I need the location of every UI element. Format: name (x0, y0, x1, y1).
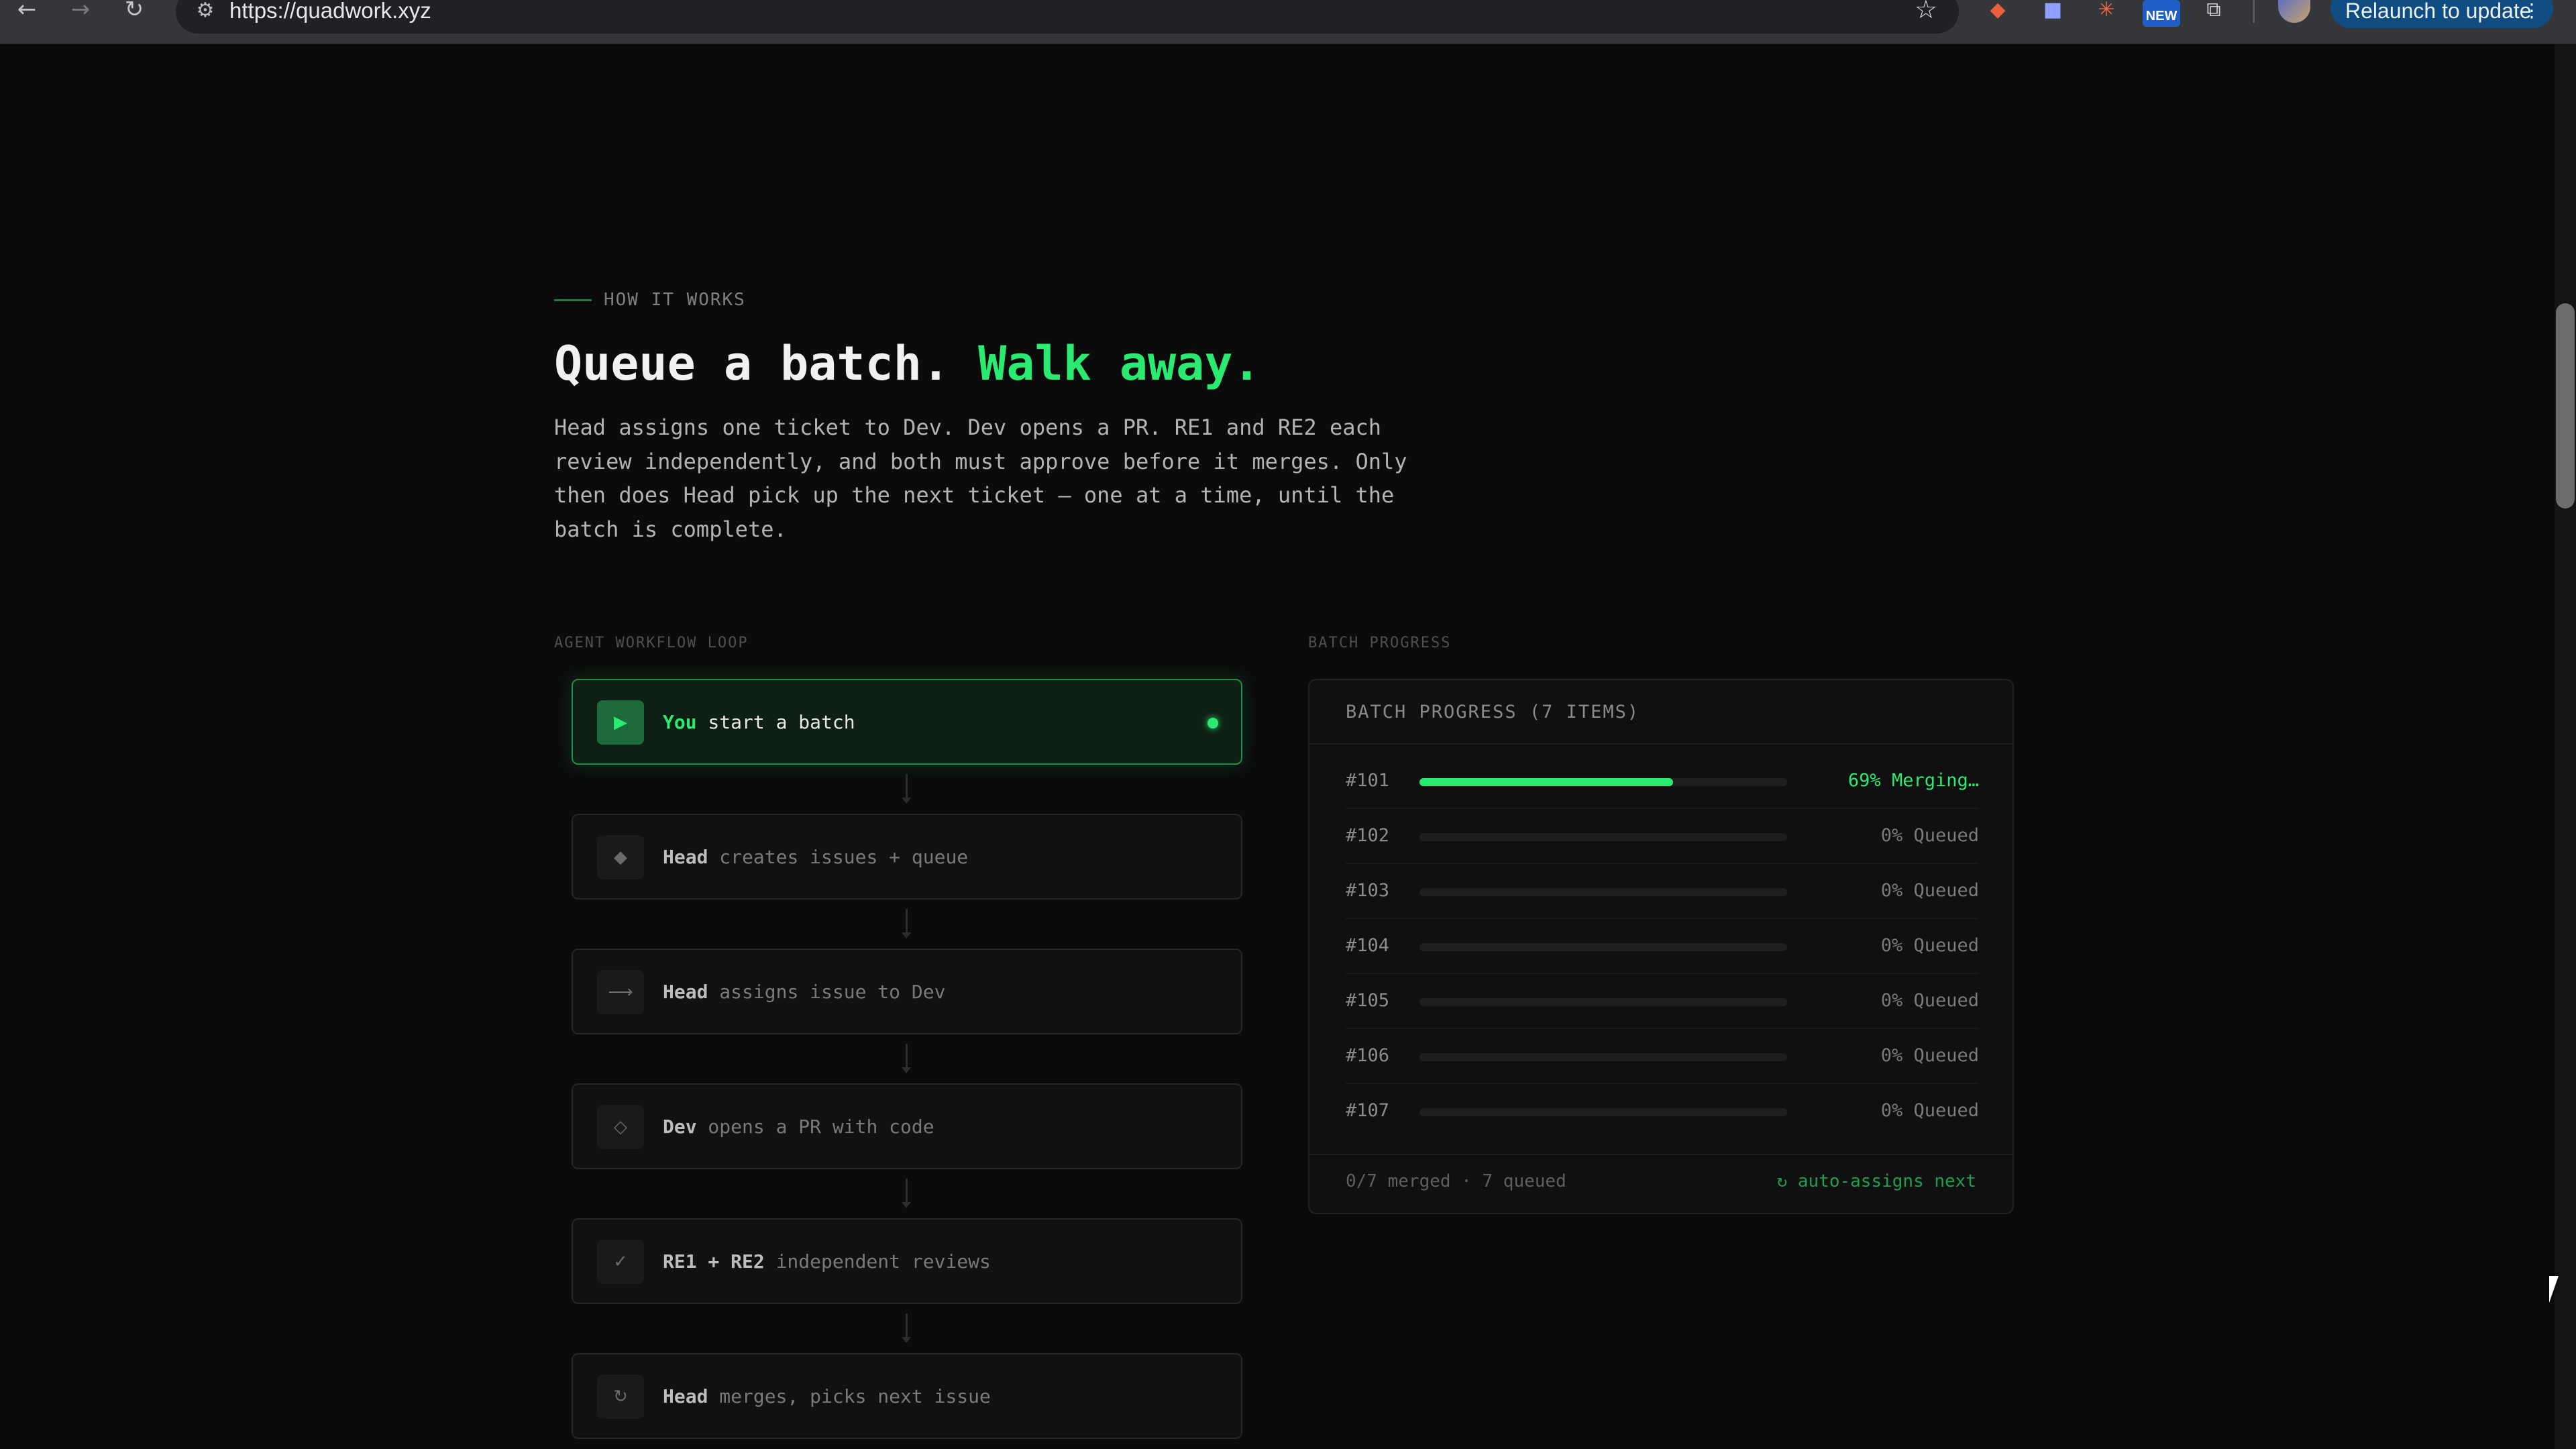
batch-item-status: 0% Queued (1880, 990, 1979, 1011)
batch-row[interactable]: #103 0% Queued (1346, 864, 1979, 919)
page-scrollbar-track[interactable] (2555, 44, 2576, 1449)
step-label: Head creates issues + queue (663, 846, 969, 868)
arrow-right-icon: → (70, 0, 91, 23)
headline-main: Queue a batch. (554, 336, 951, 391)
site-info-icon[interactable]: ⚙ (192, 0, 219, 24)
progress-track (1419, 1108, 1787, 1116)
extension-puzzle-red-icon[interactable]: ◆ (1982, 0, 2014, 23)
progress-fill (1419, 778, 1674, 786)
mouse-cursor (2549, 1276, 2568, 1303)
workflow-step-merge[interactable]: ↻ Head merges, picks next issue (572, 1353, 1242, 1439)
batch-row[interactable]: #101 69% Merging… (1346, 754, 1979, 809)
workflow-connector (902, 1313, 911, 1343)
browser-toolbar: ← → ↻ ⚙ https://quadwork.xyz ☆ ◆ ■ ✳ NEW… (0, 0, 2576, 44)
eyebrow-label: HOW IT WORKS (604, 290, 746, 310)
diamond-outline-icon: ◇ (597, 1105, 644, 1149)
batch-label: BATCH PROGRESS (1308, 635, 1452, 651)
workflow-step-assign-issue[interactable]: ⟶ Head assigns issue to Dev (572, 949, 1242, 1034)
progress-track (1419, 998, 1787, 1006)
arrow-left-icon: ← (17, 0, 37, 23)
batch-progress-card: BATCH PROGRESS (7 ITEMS) #101 69% Mergin… (1308, 679, 2014, 1214)
progress-track (1419, 1053, 1787, 1061)
page-scrollbar-thumb[interactable] (2556, 303, 2575, 508)
back-button[interactable]: ← (7, 0, 47, 23)
relaunch-button[interactable]: Relaunch to update ⋮ (2330, 0, 2553, 28)
batch-item-id: #104 (1346, 935, 1390, 956)
step-label: Head merges, picks next issue (663, 1385, 991, 1407)
check-icon: ✓ (597, 1240, 644, 1284)
loop-icon: ↻ (597, 1375, 644, 1419)
workflow-step-create-issues[interactable]: ◆ Head creates issues + queue (572, 814, 1242, 900)
address-bar[interactable]: ⚙ https://quadwork.xyz ☆ (176, 0, 1959, 34)
extension-new-badge[interactable]: NEW (2143, 0, 2180, 27)
workflow-step-reviews[interactable]: ✓ RE1 + RE2 independent reviews (572, 1218, 1242, 1304)
diamond-filled-icon: ◆ (597, 835, 644, 879)
play-icon: ▶ (597, 700, 644, 745)
toolbar-divider (2253, 0, 2255, 23)
batch-item-id: #102 (1346, 825, 1390, 846)
profile-avatar[interactable] (2278, 0, 2310, 23)
workflow-step-open-pr[interactable]: ◇ Dev opens a PR with code (572, 1083, 1242, 1169)
batch-item-id: #106 (1346, 1045, 1390, 1066)
batch-row[interactable]: #105 0% Queued (1346, 974, 1979, 1029)
batch-item-status: 0% Queued (1880, 825, 1979, 846)
auto-assign-note: ↻ auto-assigns next (1776, 1171, 1976, 1191)
batch-card-title: BATCH PROGRESS (7 ITEMS) (1346, 702, 1640, 722)
extensions-puzzle-icon[interactable]: ⧉ (2198, 0, 2230, 23)
workflow-connector (902, 774, 911, 804)
step-label: Dev opens a PR with code (663, 1116, 934, 1138)
workflow-step-start-batch[interactable]: ▶ You start a batch (572, 679, 1242, 765)
batch-item-id: #105 (1346, 990, 1390, 1011)
batch-item-id: #103 (1346, 880, 1390, 901)
progress-track (1419, 943, 1787, 951)
progress-track (1419, 888, 1787, 896)
relaunch-label: Relaunch to update (2345, 0, 2532, 23)
batch-item-status: 0% Queued (1880, 880, 1979, 901)
section-headline: Queue a batch. Walk away. (554, 331, 1261, 396)
batch-row[interactable]: #107 0% Queued (1346, 1084, 1979, 1139)
step-label: Head assigns issue to Dev (663, 981, 946, 1003)
batch-item-status: 0% Queued (1880, 1045, 1979, 1066)
star-outline-icon[interactable]: ☆ (1915, 0, 1937, 23)
arrow-right-icon: ⟶ (597, 970, 644, 1014)
batch-item-status: 69% Merging… (1847, 770, 1979, 791)
batch-item-id: #101 (1346, 770, 1390, 791)
forward-button[interactable]: → (60, 0, 101, 23)
batch-row[interactable]: #102 0% Queued (1346, 809, 1979, 864)
reload-button[interactable]: ↻ (114, 0, 154, 23)
batch-item-id: #107 (1346, 1100, 1390, 1121)
active-status-dot (1208, 718, 1218, 729)
eyebrow-rule (554, 299, 592, 301)
progress-track (1419, 778, 1787, 786)
step-label: You start a batch (663, 711, 855, 733)
url-text[interactable]: https://quadwork.xyz (229, 0, 431, 23)
batch-row[interactable]: #106 0% Queued (1346, 1029, 1979, 1084)
extension-dark-icon[interactable]: ■ (2037, 0, 2069, 23)
workflow-connector (902, 909, 911, 938)
workflow-connector (902, 1179, 911, 1208)
card-divider (1309, 1154, 2012, 1155)
batch-row[interactable]: #104 0% Queued (1346, 919, 1979, 974)
headline-accent: Walk away. (978, 336, 1261, 391)
card-divider (1309, 743, 2012, 745)
extension-asterisk-icon[interactable]: ✳ (2090, 0, 2123, 23)
step-label: RE1 + RE2 independent reviews (663, 1250, 991, 1273)
kebab-menu-icon[interactable]: ⋮ (2522, 0, 2541, 35)
batch-summary: 0/7 merged · 7 queued (1346, 1171, 1566, 1191)
reload-icon: ↻ (124, 0, 144, 23)
section-eyebrow: HOW IT WORKS (554, 288, 746, 311)
batch-item-status: 0% Queued (1880, 935, 1979, 956)
workflow-label: AGENT WORKFLOW LOOP (554, 635, 749, 651)
workflow-connector (902, 1044, 911, 1073)
section-description: Head assigns one ticket to Dev. Dev open… (554, 415, 1407, 542)
batch-item-status: 0% Queued (1880, 1100, 1979, 1121)
progress-track (1419, 833, 1787, 841)
